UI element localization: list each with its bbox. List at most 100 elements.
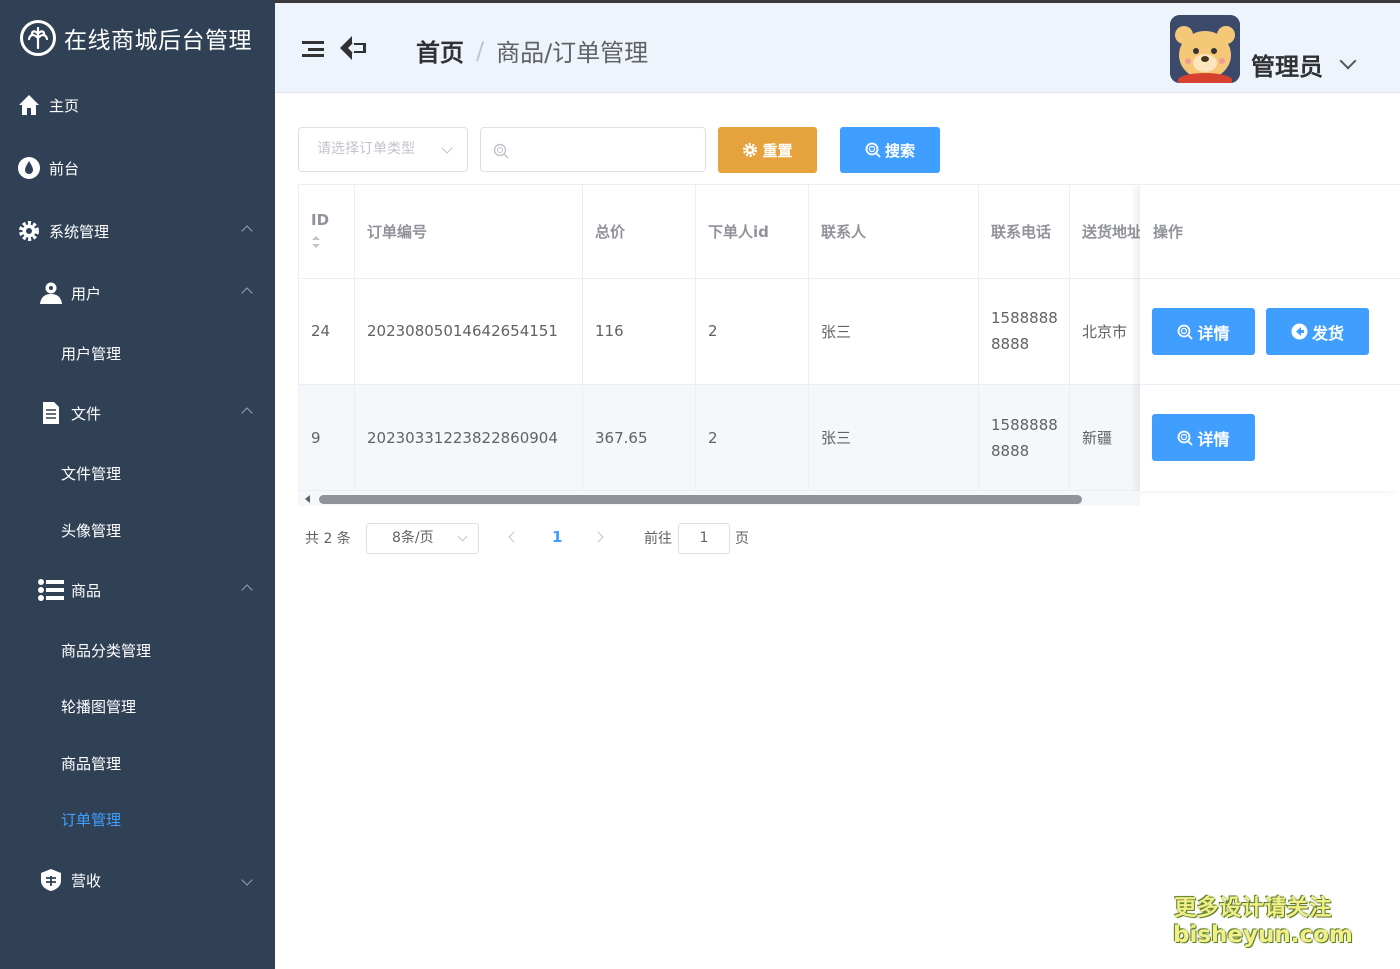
chevron-down-icon <box>241 874 253 886</box>
sidebar-item-goods[interactable]: 商品 <box>0 573 275 607</box>
order-type-select[interactable]: 请选择订单类型 <box>298 127 468 172</box>
sidebar-item-system[interactable]: 系统管理 <box>0 214 275 248</box>
sidebar-item-label: 商品 <box>71 581 102 600</box>
ship-button[interactable]: 发货 <box>1266 308 1369 355</box>
collapse-menu-icon[interactable] <box>302 41 324 57</box>
sidebar-item-goods-manage[interactable]: 商品管理 <box>0 748 275 778</box>
search-icon <box>865 142 881 158</box>
column-header-label: ID <box>311 210 330 229</box>
back-arrow-icon[interactable] <box>338 34 368 62</box>
sidebar-item-user-manage[interactable]: 用户管理 <box>0 338 275 368</box>
document-icon <box>37 399 65 427</box>
next-page-button[interactable] <box>592 531 604 543</box>
cell-contact: 张三 <box>821 429 852 447</box>
watermark: 更多设计请关注 bisheyun.com <box>1173 890 1353 948</box>
phone-line-2: 8888 <box>991 335 1030 353</box>
search-input[interactable] <box>481 128 705 171</box>
user-name[interactable]: 管理员 <box>1251 47 1323 82</box>
search-icon <box>1177 430 1194 446</box>
breadcrumb-current: 商品/订单管理 <box>496 39 649 67</box>
sidebar-item-label: 商品管理 <box>61 754 122 773</box>
detail-label: 详情 <box>1197 323 1230 343</box>
cell-id: 9 <box>311 428 321 447</box>
search-icon <box>1177 324 1194 340</box>
sidebar-item-frontend[interactable]: 前台 <box>0 151 275 185</box>
phone-line-1: 1588888 <box>991 415 1058 434</box>
search-icon <box>493 143 509 163</box>
cell-total: 116 <box>595 322 624 340</box>
page-size-select[interactable]: 8条/页 <box>366 523 479 554</box>
sidebar-item-order-manage[interactable]: 订单管理 <box>0 804 275 834</box>
user-icon <box>37 279 65 307</box>
scroll-left-icon[interactable] <box>305 495 310 503</box>
sidebar-item-label: 前台 <box>49 159 80 178</box>
sidebar-item-label: 主页 <box>49 96 80 115</box>
reset-label: 重置 <box>762 141 793 160</box>
prev-page-button[interactable] <box>508 531 520 543</box>
ship-icon <box>1291 323 1308 340</box>
reset-button[interactable]: 重置 <box>718 127 817 173</box>
sidebar-item-file-manage[interactable]: 文件管理 <box>0 458 275 488</box>
cell-user-id: 2 <box>708 428 718 447</box>
sidebar-item-label: 头像管理 <box>61 521 122 540</box>
goto-page-input[interactable]: 1 <box>678 523 730 554</box>
sidebar-item-revenue[interactable]: 营收 <box>0 863 275 897</box>
revenue-icon <box>37 866 65 894</box>
sort-icon[interactable] <box>311 235 321 253</box>
sidebar: 在线商城后台管理 主页 前台 系统管理 用户 用户管理 文件 文件管理 头像管理… <box>0 0 275 969</box>
drop-icon <box>15 154 43 182</box>
sidebar-item-label: 文件 <box>71 404 102 423</box>
page-number-current[interactable]: 1 <box>552 528 562 546</box>
search-button[interactable]: 搜索 <box>840 127 940 173</box>
column-header-id[interactable]: ID <box>298 185 354 278</box>
column-header-contact: 联系人 <box>821 223 867 241</box>
search-field[interactable] <box>480 127 706 172</box>
sidebar-item-file[interactable]: 文件 <box>0 396 275 430</box>
watermark-line-2: bisheyun.com <box>1173 922 1353 948</box>
breadcrumb-home[interactable]: 首页 <box>416 33 464 68</box>
column-header-phone: 联系电话 <box>991 223 1052 241</box>
sidebar-item-avatar-manage[interactable]: 头像管理 <box>0 515 275 545</box>
avatar[interactable] <box>1170 15 1240 83</box>
watermark-line-1: 更多设计请关注 <box>1174 896 1332 921</box>
chevron-up-icon <box>241 287 253 299</box>
gear-icon <box>15 217 43 245</box>
sidebar-item-label: 文件管理 <box>61 464 122 483</box>
column-header-user-id: 下单人id <box>708 223 769 241</box>
sidebar-item-banner-manage[interactable]: 轮播图管理 <box>0 691 275 721</box>
cell-id: 24 <box>311 322 331 340</box>
cell-phone: 1588888 8888 <box>978 384 1069 491</box>
goto-label: 前往 <box>644 531 672 547</box>
pagination-total: 共 2 条 <box>305 531 351 547</box>
app-logo[interactable]: 在线商城后台管理 <box>0 0 275 75</box>
logo-icon <box>20 19 56 56</box>
sidebar-item-label: 商品分类管理 <box>61 641 152 660</box>
sidebar-item-label: 轮播图管理 <box>61 697 137 716</box>
actions-column: 操作 详情 发货 详情 <box>1140 185 1400 491</box>
sidebar-item-label: 用户 <box>71 284 102 303</box>
horizontal-scrollbar[interactable] <box>298 491 1140 506</box>
sidebar-item-home[interactable]: 主页 <box>0 88 275 122</box>
detail-button[interactable]: 详情 <box>1152 414 1255 461</box>
cell-user-id: 2 <box>708 322 718 340</box>
column-header-order-no: 订单编号 <box>367 223 428 241</box>
column-header-total: 总价 <box>595 223 626 241</box>
page-size-value: 8条/页 <box>392 530 434 546</box>
detail-button[interactable]: 详情 <box>1152 308 1255 355</box>
sidebar-item-category-manage[interactable]: 商品分类管理 <box>0 635 275 665</box>
cell-order-no: 20230805014642654151 <box>367 322 558 340</box>
sidebar-item-user[interactable]: 用户 <box>0 276 275 310</box>
cell-contact: 张三 <box>821 322 852 341</box>
search-label: 搜索 <box>884 141 915 160</box>
cell-phone: 1588888 8888 <box>978 278 1069 384</box>
chevron-down-icon[interactable] <box>1339 52 1357 70</box>
sidebar-item-label: 系统管理 <box>49 222 110 241</box>
column-header-actions: 操作 <box>1153 223 1184 241</box>
sidebar-item-label: 订单管理 <box>61 810 122 829</box>
ship-label: 发货 <box>1311 323 1344 343</box>
order-type-placeholder: 请选择订单类型 <box>317 141 415 157</box>
column-header-address: 送货地址 <box>1082 223 1140 241</box>
gear-icon <box>742 142 758 158</box>
scrollbar-thumb[interactable] <box>319 495 1082 504</box>
chevron-down-icon <box>457 531 468 542</box>
